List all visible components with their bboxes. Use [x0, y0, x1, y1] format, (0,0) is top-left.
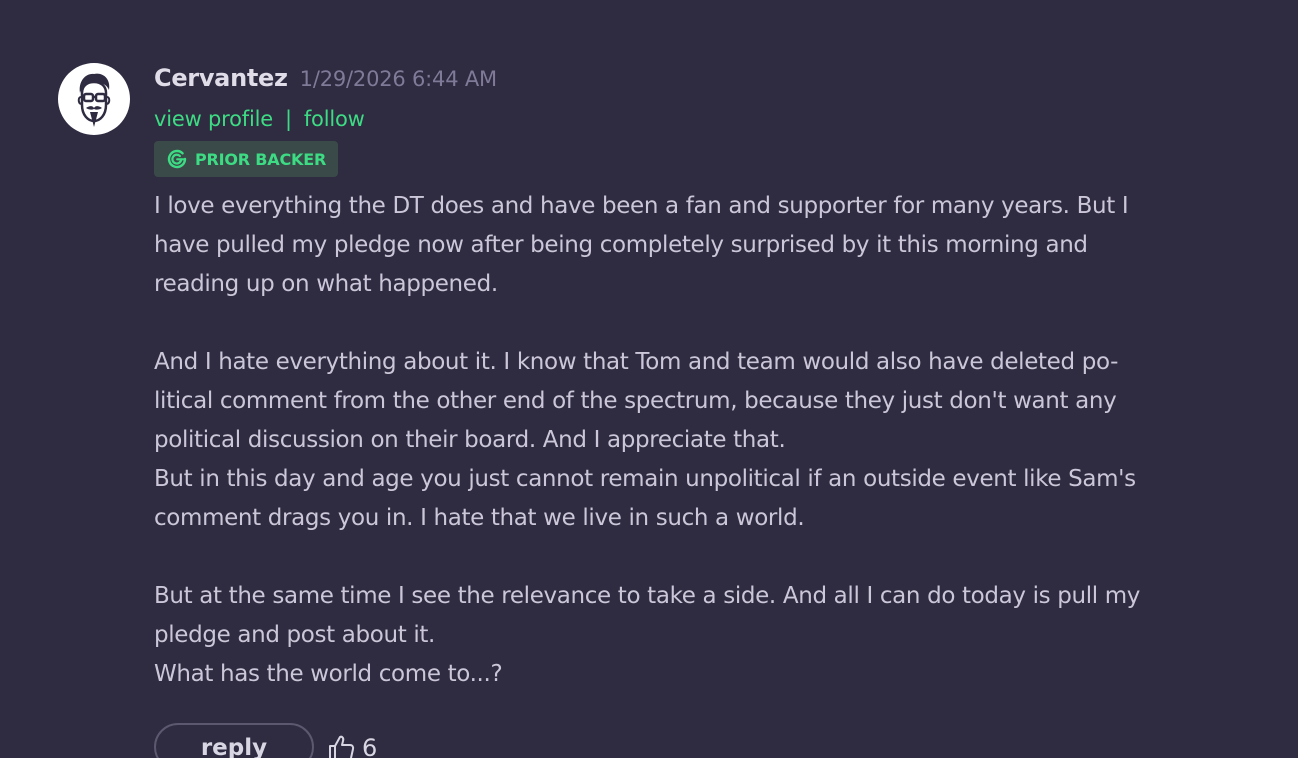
comment-header: Cervantez 1/29/2026 6:44 AM	[154, 64, 1264, 100]
follow-link[interactable]: follow	[304, 107, 365, 131]
comment-line: litical comment from the other end of th…	[154, 388, 1117, 414]
prior-backer-icon	[167, 149, 187, 169]
comment-line: But in this day and age you just cannot …	[154, 466, 1136, 492]
comment-line: What has the world come to...?	[154, 661, 503, 687]
view-profile-link[interactable]: view profile	[154, 107, 273, 131]
comment-line: But at the same time I see the relevance…	[154, 583, 1141, 609]
comment-line: And I hate everything about it. I know t…	[154, 349, 1119, 375]
badge-label: PRIOR BACKER	[195, 149, 327, 169]
bearded-man-avatar-icon	[77, 73, 111, 127]
like-button[interactable]: 6	[326, 733, 377, 758]
comment-body: Cervantez 1/29/2026 6:44 AM view profile…	[154, 64, 1264, 694]
avatar[interactable]	[58, 63, 130, 135]
comment-line: I love everything the DT does and have b…	[154, 193, 1129, 219]
thumbs-up-icon	[329, 735, 355, 758]
comment-line: pledge and post about it.	[154, 622, 436, 648]
comment-card: Cervantez 1/29/2026 6:44 AM view profile…	[0, 0, 1298, 758]
comment-blank-line	[154, 538, 1264, 577]
comment-text: I love everything the DT does and have b…	[154, 187, 1264, 694]
reply-button[interactable]: reply	[154, 723, 314, 758]
comment-actions: reply 6	[154, 723, 377, 758]
comment-line: political discussion on their board. And…	[154, 427, 786, 453]
comment-blank-line	[154, 304, 1264, 343]
prior-backer-badge: PRIOR BACKER	[154, 141, 339, 177]
comment-timestamp: 1/29/2026 6:44 AM	[299, 67, 497, 91]
comment-line: have pulled my pledge now after being co…	[154, 232, 1088, 258]
links-separator: |	[284, 107, 292, 131]
author-name[interactable]: Cervantez	[154, 64, 288, 92]
comment-line: comment drags you in. I hate that we liv…	[154, 505, 805, 531]
like-count: 6	[362, 734, 378, 758]
author-links: view profile | follow	[154, 104, 1264, 134]
comment-line: reading up on what happened.	[154, 271, 498, 297]
